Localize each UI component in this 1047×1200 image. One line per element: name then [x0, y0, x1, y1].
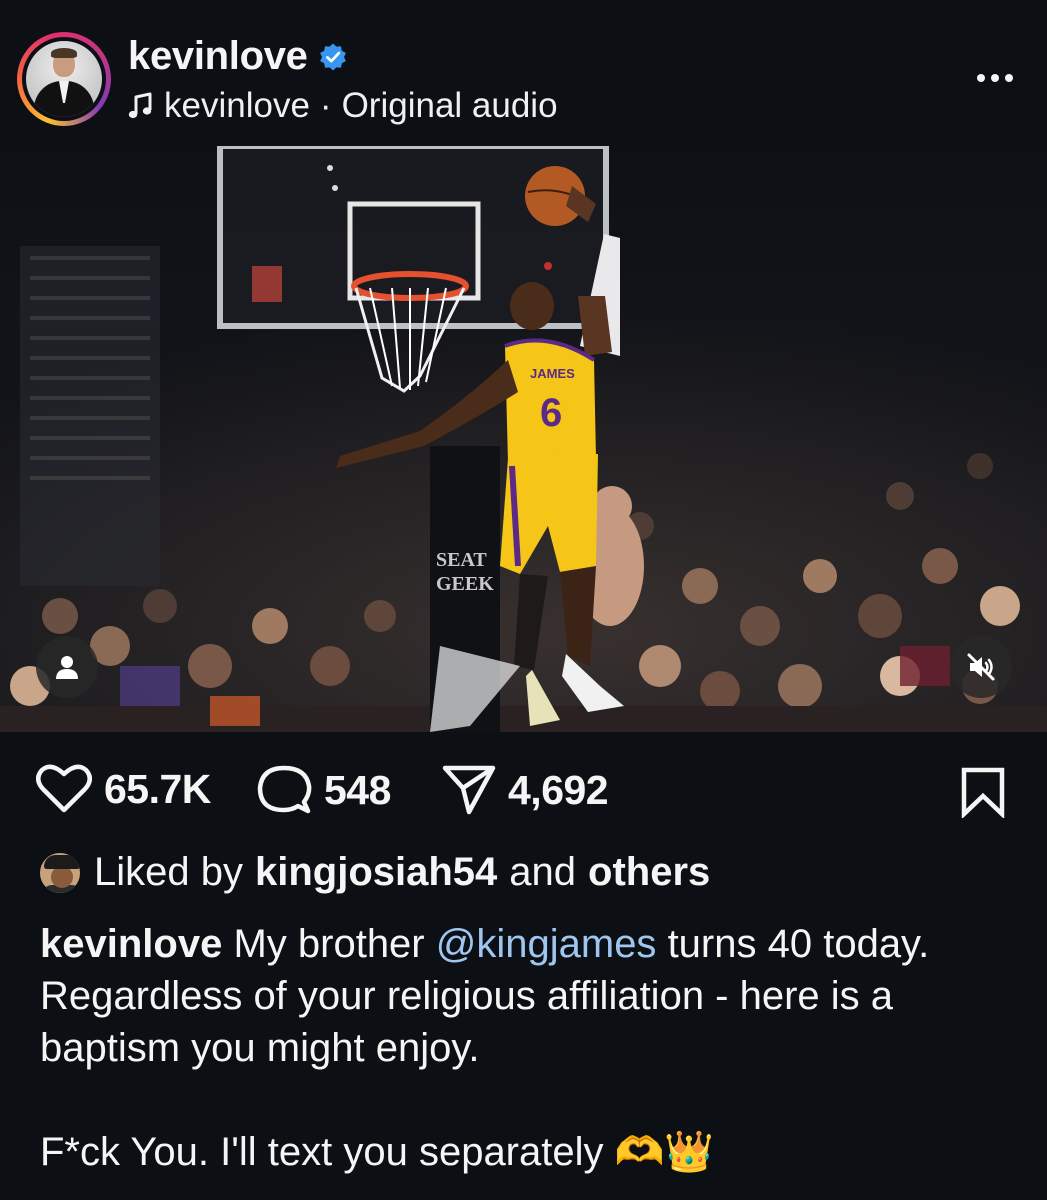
liked-by-prefix: Liked by: [94, 850, 243, 894]
post-actions-bar: 65.7K 548 4,692: [0, 752, 1047, 830]
share-count[interactable]: 4,692: [508, 767, 609, 814]
caption-second-line: F*ck You. I'll text you separately: [40, 1130, 604, 1174]
liker-username-link[interactable]: kingjosiah54: [255, 850, 497, 895]
tagged-user-icon: [56, 656, 78, 679]
username-row: kevinlove: [128, 34, 348, 79]
liked-by-connector: and: [509, 850, 577, 894]
sign-line2: GEEK: [436, 573, 494, 595]
caption-text-before-mention: My brother: [233, 922, 425, 966]
post-caption: kevinlove My brother @kingjames turns 40…: [40, 918, 1020, 1178]
muted-audio-icon: [967, 653, 995, 681]
audio-separator: ·: [319, 86, 332, 125]
caption-paragraph-2: F*ck You. I'll text you separately 🫶👑: [40, 1126, 1020, 1178]
liker-avatar[interactable]: [38, 850, 82, 895]
liked-by-others-link[interactable]: others: [588, 850, 710, 895]
bookmark-icon[interactable]: [960, 766, 1006, 818]
share-action[interactable]: 4,692: [442, 764, 609, 816]
profile-avatar-story-ring[interactable]: [17, 32, 111, 126]
mute-toggle-button[interactable]: [950, 636, 1012, 698]
liker-avatar-cap: [44, 854, 80, 869]
share-icon[interactable]: [442, 764, 496, 816]
jersey-number: 6: [540, 391, 562, 435]
verified-badge-icon: [319, 43, 346, 70]
comment-action[interactable]: 548: [256, 764, 391, 816]
audio-row[interactable]: kevinlove · Original audio: [128, 86, 558, 126]
caption-emojis: 🫶👑: [614, 1129, 715, 1175]
heart-icon[interactable]: [36, 764, 92, 814]
caption-mention-link[interactable]: @kingjames: [436, 922, 657, 966]
tagged-people-button[interactable]: [36, 636, 98, 698]
arena-stands: [20, 246, 160, 586]
music-note-icon: [128, 92, 152, 119]
video-frame: SEAT GEEK JAMES 6: [0, 146, 1047, 732]
comment-count[interactable]: 548: [324, 767, 391, 814]
comment-icon[interactable]: [256, 764, 312, 816]
caption-paragraph-1: kevinlove My brother @kingjames turns 40…: [40, 918, 1020, 1074]
post-video[interactable]: SEAT GEEK JAMES 6: [0, 146, 1047, 732]
like-action[interactable]: 65.7K: [36, 764, 211, 814]
profile-avatar[interactable]: [22, 37, 106, 121]
avatar-hair: [51, 48, 77, 58]
like-count[interactable]: 65.7K: [104, 766, 211, 813]
caption-author-link[interactable]: kevinlove: [40, 922, 222, 966]
liked-by-row[interactable]: Liked by kingjosiah54 and others: [38, 850, 710, 895]
liker-avatar-face: [51, 865, 73, 888]
username-link[interactable]: kevinlove: [128, 34, 308, 79]
more-options-icon[interactable]: [973, 68, 1017, 88]
profile-photo: [26, 41, 102, 117]
sign-line1: SEAT: [436, 549, 487, 571]
audio-label: Original audio: [341, 86, 558, 125]
instagram-post: kevinlove kevinlove · Original audio SEA…: [0, 0, 1047, 1200]
jersey-name: JAMES: [530, 366, 575, 381]
audio-owner: kevinlove: [164, 86, 310, 125]
post-header: kevinlove kevinlove · Original audio: [0, 0, 1047, 146]
